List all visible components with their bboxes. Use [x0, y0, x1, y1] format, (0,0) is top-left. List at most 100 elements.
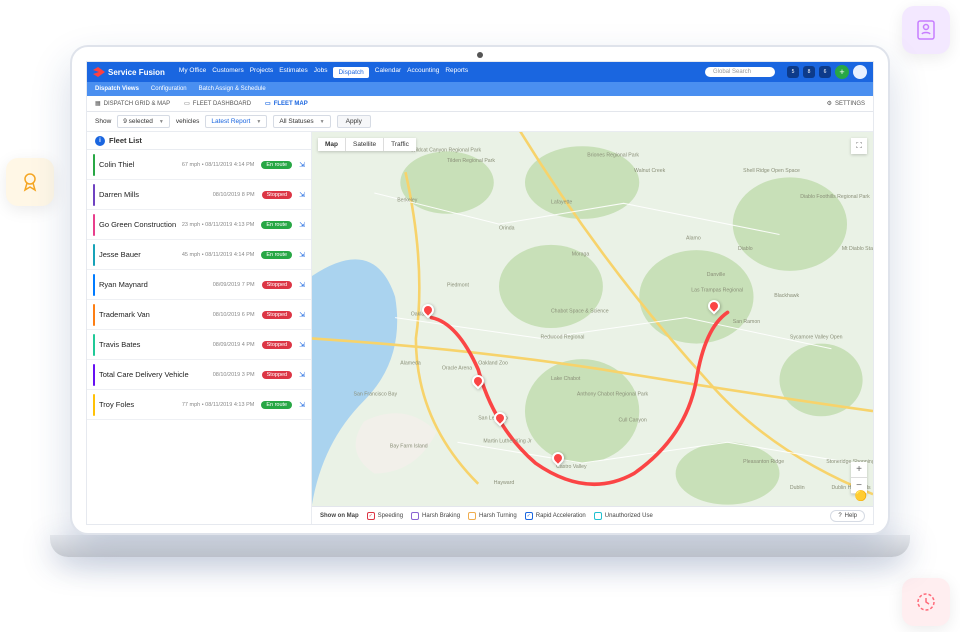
nav-item[interactable]: My Office: [179, 67, 206, 78]
nav-item[interactable]: Reports: [445, 67, 468, 78]
grid-icon: ▦: [95, 100, 101, 107]
fleet-row[interactable]: Jesse Bauer 45 mph • 08/11/2019 4:14 PM …: [87, 240, 311, 270]
zoom-in-button[interactable]: +: [851, 462, 867, 478]
color-bar-icon: [93, 364, 95, 386]
map-place-label: Redwood Regional: [541, 334, 585, 340]
status-select[interactable]: All Statuses▼: [273, 115, 330, 128]
legend-item[interactable]: Harsh Braking: [411, 512, 460, 520]
map-place-label: Blackhawk: [774, 293, 799, 299]
fleet-row[interactable]: Colin Thiel 67 mph • 08/11/2019 4:14 PM …: [87, 150, 311, 180]
map-place-label: Diablo Foothills Regional Park: [800, 194, 870, 200]
legend-item[interactable]: Unauthorized Use: [594, 512, 653, 520]
fleet-row[interactable]: Troy Foles 77 mph • 08/11/2019 4:13 PM E…: [87, 390, 311, 420]
color-bar-icon: [93, 214, 95, 236]
nav-item[interactable]: Accounting: [407, 67, 439, 78]
report-select[interactable]: Latest Report▼: [205, 115, 267, 128]
vehicle-count-select[interactable]: 9 selected▼: [117, 115, 170, 128]
brand-text: Service Fusion: [108, 68, 165, 77]
legend-label: Rapid Acceleration: [536, 513, 586, 519]
status-badge: En route: [261, 401, 292, 409]
status-badge: Stopped: [262, 311, 293, 319]
brand-logo[interactable]: Service Fusion: [93, 67, 165, 77]
tab-fleet-dashboard[interactable]: ▭FLEET DASHBOARD: [184, 100, 251, 107]
share-icon[interactable]: ⇲: [299, 251, 305, 259]
share-icon[interactable]: ⇲: [299, 161, 305, 169]
fleet-name: Total Care Delivery Vehicle: [99, 370, 209, 379]
nav-item[interactable]: Projects: [250, 67, 273, 78]
map-place-label: Sycamore Valley Open: [790, 334, 843, 340]
status-badge: En route: [261, 251, 292, 259]
gear-icon: ⚙: [827, 100, 832, 107]
share-icon[interactable]: ⇲: [299, 311, 305, 319]
share-icon[interactable]: ⇲: [299, 371, 305, 379]
fleet-row[interactable]: Go Green Construction 23 mph • 08/11/201…: [87, 210, 311, 240]
notif-badge[interactable]: 6: [819, 66, 831, 78]
global-search-input[interactable]: Global Search: [705, 67, 775, 77]
subnav-item[interactable]: Batch Assign & Schedule: [199, 86, 266, 92]
fleet-row[interactable]: Total Care Delivery Vehicle 08/10/2019 3…: [87, 360, 311, 390]
map-type-satellite[interactable]: Satellite: [346, 138, 384, 151]
legend-item[interactable]: ✓Rapid Acceleration: [525, 512, 586, 520]
fleet-list-header: i Fleet List: [87, 132, 311, 150]
checkbox-icon[interactable]: [411, 512, 419, 520]
pegman-icon[interactable]: 🟡: [855, 491, 867, 502]
share-icon[interactable]: ⇲: [299, 191, 305, 199]
share-icon[interactable]: ⇲: [299, 281, 305, 289]
settings-link[interactable]: ⚙SETTINGS: [827, 100, 865, 107]
fleet-meta: 67 mph • 08/11/2019 4:14 PM: [182, 162, 254, 168]
fleet-row[interactable]: Darren Mills 08/10/2019 8 PM Stopped ⇲: [87, 180, 311, 210]
decor-profile-icon: [902, 6, 950, 54]
avatar[interactable]: [853, 65, 867, 79]
checkbox-icon[interactable]: ✓: [367, 512, 375, 520]
nav-item[interactable]: Customers: [212, 67, 243, 78]
fleet-row[interactable]: Travis Bates 08/09/2019 4 PM Stopped ⇲: [87, 330, 311, 360]
color-bar-icon: [93, 304, 95, 326]
app-screen: Service Fusion My Office Customers Project…: [86, 61, 874, 525]
share-icon[interactable]: ⇲: [299, 401, 305, 409]
notif-badge[interactable]: 8: [803, 66, 815, 78]
chevron-down-icon: ▼: [256, 119, 261, 125]
add-button[interactable]: +: [835, 65, 849, 79]
notif-badge[interactable]: 5: [787, 66, 799, 78]
map-canvas[interactable]: BerkeleyOaklandSan LeandroCastro ValleyH…: [312, 132, 873, 524]
map-place-label: Danville: [707, 272, 726, 278]
nav-item[interactable]: Calendar: [375, 67, 401, 78]
help-button[interactable]: ?Help: [830, 510, 865, 522]
checkbox-icon[interactable]: [594, 512, 602, 520]
subnav-item[interactable]: Dispatch Views: [95, 86, 139, 92]
fleet-name: Colin Thiel: [99, 160, 178, 169]
map-place-label: Cull Canyon: [618, 418, 646, 424]
map-type-map[interactable]: Map: [318, 138, 346, 151]
checkbox-icon[interactable]: [468, 512, 476, 520]
nav-item[interactable]: Jobs: [314, 67, 328, 78]
map-type-traffic[interactable]: Traffic: [384, 138, 416, 151]
tab-fleet-map[interactable]: ▭FLEET MAP: [265, 100, 308, 107]
fleet-row[interactable]: Ryan Maynard 08/09/2019 7 PM Stopped ⇲: [87, 270, 311, 300]
status-badge: Stopped: [262, 281, 293, 289]
map-place-label: Castro Valley: [556, 464, 587, 470]
map-place-label: Lake Chabot: [551, 376, 581, 382]
decor-clock-icon: [902, 578, 950, 626]
share-icon[interactable]: ⇲: [299, 341, 305, 349]
fullscreen-button[interactable]: ⛶: [851, 138, 867, 154]
chevron-down-icon: ▼: [320, 119, 325, 125]
apply-button[interactable]: Apply: [337, 115, 371, 128]
subnav-item[interactable]: Configuration: [151, 86, 187, 92]
top-icons: 5 8 6 +: [787, 65, 867, 79]
legend-item[interactable]: Harsh Turning: [468, 512, 517, 520]
tab-dispatch-grid[interactable]: ▦DISPATCH GRID & MAP: [95, 100, 170, 107]
checkbox-icon[interactable]: ✓: [525, 512, 533, 520]
map-place-label: Alameda: [400, 360, 421, 366]
fleet-row[interactable]: Trademark Van 08/10/2019 6 PM Stopped ⇲: [87, 300, 311, 330]
map-icon: ▭: [265, 100, 271, 107]
color-bar-icon: [93, 244, 95, 266]
status-badge: Stopped: [262, 191, 293, 199]
map-place-label: Alamo: [686, 236, 701, 242]
legend-item[interactable]: ✓Speeding: [367, 512, 403, 520]
info-icon[interactable]: i: [95, 136, 105, 146]
share-icon[interactable]: ⇲: [299, 221, 305, 229]
nav-item[interactable]: Dispatch: [333, 67, 368, 78]
vehicles-label: vehicles: [176, 118, 199, 125]
nav-item[interactable]: Estimates: [279, 67, 308, 78]
fleet-sidebar: i Fleet List Colin Thiel 67 mph • 08/11/…: [87, 132, 312, 524]
